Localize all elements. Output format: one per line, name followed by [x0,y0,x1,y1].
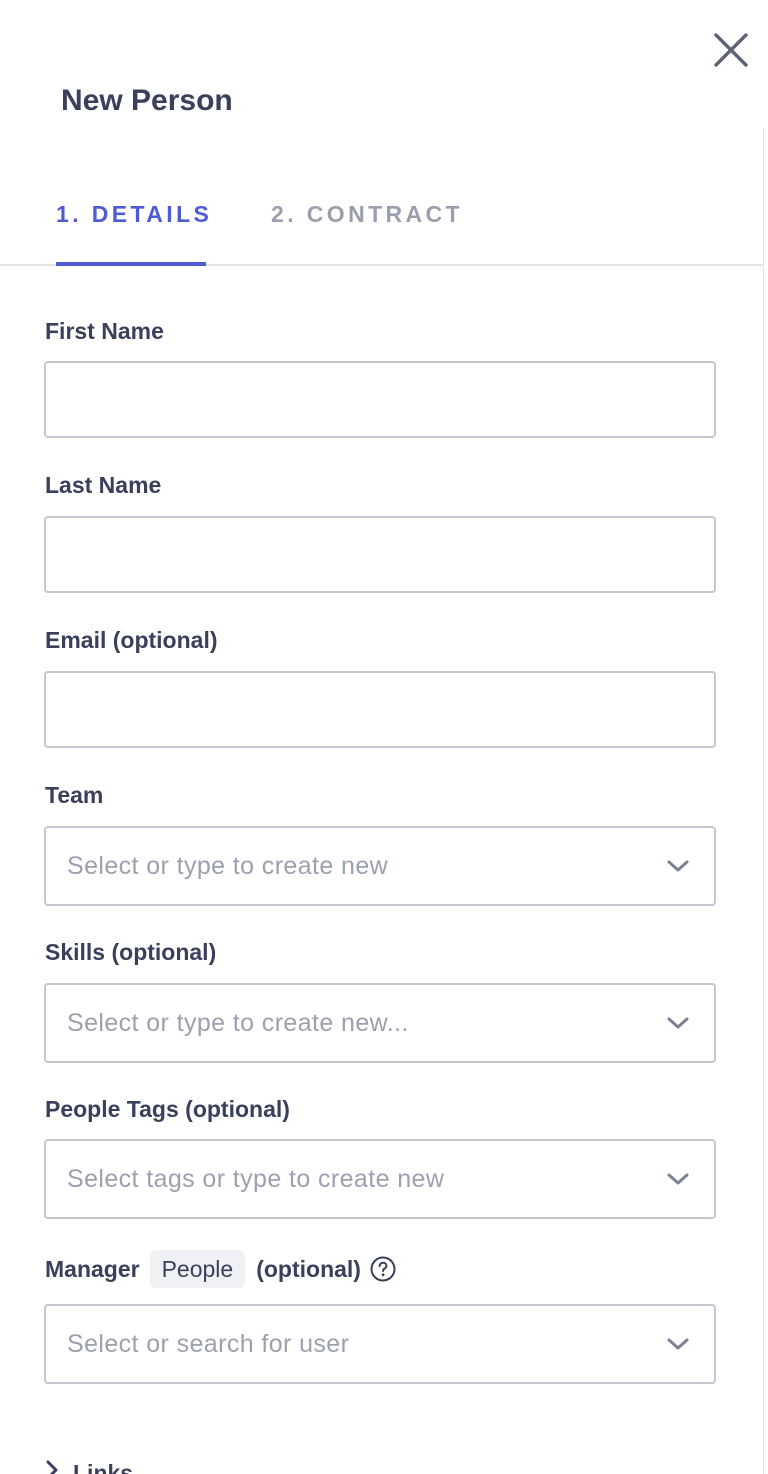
tab-details-label: 1. DETAILS [56,201,213,227]
tab-details[interactable]: 1. DETAILS [56,188,212,266]
first-name-input[interactable] [44,361,716,438]
manager-label: Manager [45,1255,140,1282]
last-name-label: Last Name [45,472,162,498]
people-badge: People [149,1250,246,1288]
people-tags-select-placeholder: Select tags or type to create new [67,1165,445,1193]
team-select[interactable]: Select or type to create new [44,826,716,906]
first-name-label: First Name [45,318,164,344]
last-name-input[interactable] [44,516,716,593]
new-person-panel: New Person 1. DETAILS 2. CONTRACT First … [0,0,768,1474]
people-tags-select[interactable]: Select tags or type to create new [44,1139,716,1219]
chevron-down-icon [667,1173,689,1185]
manager-label-row: Manager People (optional) [45,1249,396,1289]
page-title: New Person [61,84,233,117]
links-section-toggle[interactable]: Links [45,1458,133,1474]
scrollbar-track[interactable] [763,128,764,1474]
team-label: Team [45,782,104,808]
team-select-placeholder: Select or type to create new [67,852,389,880]
email-label: Email (optional) [45,627,218,653]
manager-optional-label: (optional) [256,1255,361,1282]
tab-contract-label: 2. CONTRACT [271,201,464,227]
chevron-down-icon [667,1017,689,1029]
manager-select[interactable]: Select or search for user [44,1304,716,1384]
tab-bar: 1. DETAILS 2. CONTRACT [0,188,763,266]
skills-label: Skills (optional) [45,939,217,965]
skills-select-placeholder: Select or type to create new... [67,1009,409,1037]
manager-select-placeholder: Select or search for user [67,1330,350,1358]
chevron-down-icon [667,860,689,872]
tab-contract[interactable]: 2. CONTRACT [271,188,463,266]
active-tab-indicator [56,262,206,266]
skills-select[interactable]: Select or type to create new... [44,983,716,1063]
links-section-label: Links [73,1460,134,1474]
help-circle-icon[interactable] [370,1256,396,1282]
people-tags-label: People Tags (optional) [45,1096,290,1122]
close-button[interactable] [707,26,755,74]
chevron-down-icon [667,1338,689,1350]
chevron-right-icon [45,1458,59,1474]
email-input[interactable] [44,671,716,748]
close-icon [714,33,748,67]
